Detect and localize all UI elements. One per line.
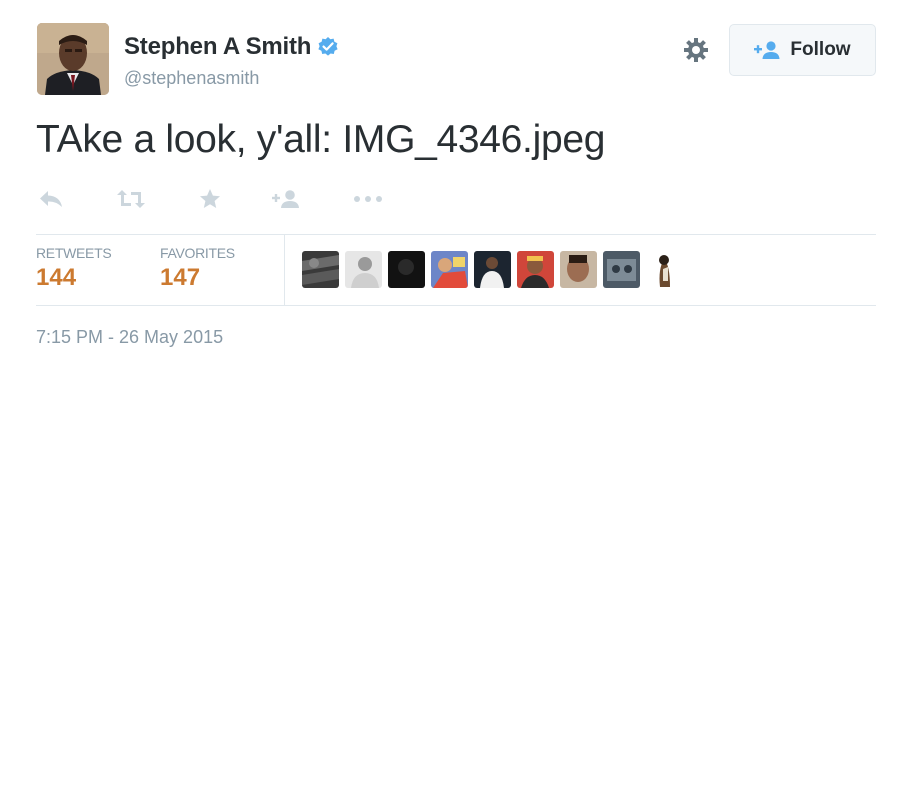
favorites-count: 147 bbox=[160, 264, 201, 291]
stats-vertical-divider bbox=[284, 235, 285, 305]
favorited-by-avatars bbox=[302, 251, 689, 288]
profile-photo bbox=[37, 23, 109, 95]
favoriter-avatar[interactable] bbox=[517, 251, 554, 288]
more-button[interactable] bbox=[352, 184, 384, 214]
follow-button[interactable]: Follow bbox=[729, 24, 876, 76]
favorites-stat[interactable]: FAVORITES 147 bbox=[160, 245, 235, 292]
tweet-text: TAke a look, y'all: IMG_4346.jpeg bbox=[36, 118, 606, 161]
favoriter-avatar[interactable] bbox=[345, 251, 382, 288]
retweets-count: 144 bbox=[36, 264, 77, 291]
add-user-icon bbox=[754, 41, 780, 59]
tweet-timestamp[interactable]: 7:15 PM - 26 May 2015 bbox=[36, 327, 223, 348]
favoriter-avatar[interactable] bbox=[603, 251, 640, 288]
favoriter-avatar[interactable] bbox=[431, 251, 468, 288]
favoriter-avatar[interactable] bbox=[560, 251, 597, 288]
stats-bottom-divider bbox=[36, 305, 876, 306]
verified-badge-icon bbox=[317, 36, 339, 58]
gear-icon[interactable] bbox=[681, 35, 711, 65]
author-handle[interactable]: @stephenasmith bbox=[124, 68, 259, 89]
star-icon bbox=[200, 189, 220, 208]
favorite-button[interactable] bbox=[198, 184, 222, 214]
retweets-label: RETWEETS bbox=[36, 245, 112, 261]
follow-label: Follow bbox=[790, 39, 851, 60]
favoriter-avatar[interactable] bbox=[302, 251, 339, 288]
favoriter-avatar[interactable] bbox=[388, 251, 425, 288]
retweet-button[interactable] bbox=[116, 184, 146, 214]
reply-icon bbox=[40, 191, 62, 207]
author-name[interactable]: Stephen A Smith bbox=[124, 33, 311, 61]
favoriter-avatar[interactable] bbox=[474, 251, 511, 288]
more-icon bbox=[354, 196, 382, 202]
author-avatar[interactable] bbox=[37, 23, 109, 95]
retweet-icon bbox=[117, 190, 145, 208]
favoriter-avatar[interactable] bbox=[646, 251, 683, 288]
favorites-label: FAVORITES bbox=[160, 245, 235, 261]
stats-top-divider bbox=[36, 234, 876, 235]
follow-action-button[interactable] bbox=[272, 184, 302, 214]
retweets-stat[interactable]: RETWEETS 144 bbox=[36, 245, 112, 292]
add-user-icon bbox=[272, 190, 299, 208]
reply-button[interactable] bbox=[38, 184, 64, 214]
